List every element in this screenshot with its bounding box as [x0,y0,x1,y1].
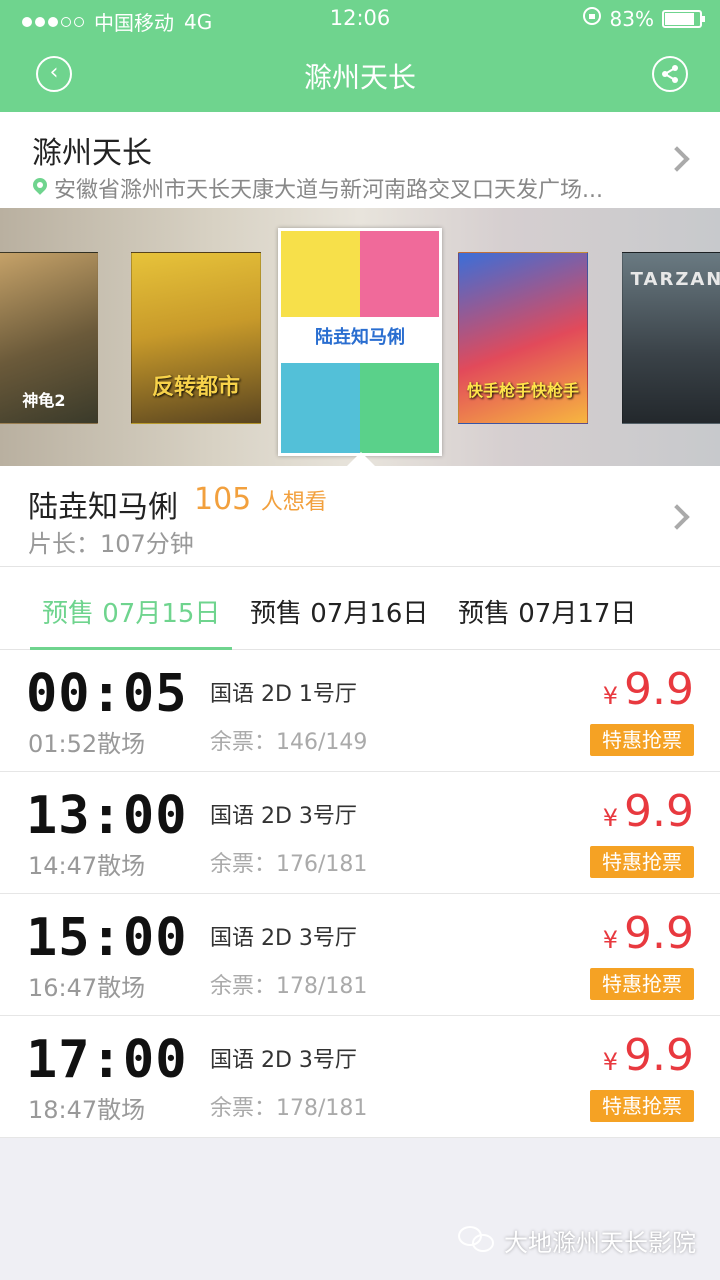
price-value: 9.9 [624,786,694,837]
session-row[interactable]: 15:00 16:47散场 国语 2D 3号厅 余票：178/181 ¥9.9 … [0,894,720,1016]
deal-button[interactable]: 特惠抢票 [590,846,694,878]
poster-title: 陆垚知马俐 [315,327,405,348]
price-value: 9.9 [624,1030,694,1081]
session-start-time: 00:05 [26,664,188,724]
poster-title: 反转都市 [151,375,240,400]
battery-icon [662,9,705,28]
price-value: 9.9 [624,908,694,959]
session-format-hall: 国语 2D 3号厅 [210,1048,357,1073]
session-price: ¥9.9 [603,664,694,715]
rotation-lock-icon [582,6,602,31]
currency-symbol: ¥ [602,804,619,832]
chevron-right-icon [664,504,690,530]
page-title: 滁州天长 [303,61,416,94]
movie-info[interactable]: 陆垚知马俐 105 人想看 片长：107分钟 [0,466,720,566]
session-format-hall: 国语 2D 3号厅 [210,926,357,951]
share-button[interactable] [652,56,688,92]
currency-symbol: ¥ [602,926,619,954]
location-pin-icon [32,178,48,198]
want-count: 105 人想看 [194,482,327,517]
currency-symbol: ¥ [602,682,619,710]
price-value: 9.9 [624,664,694,715]
session-remaining-tickets: 余票：176/181 [210,852,368,877]
wechat-icon [458,1225,496,1256]
nav-bar: ‹ 滁州天长 [0,36,720,112]
want-label: 人想看 [260,490,327,515]
want-number: 105 [194,482,252,517]
tab-date-0715[interactable]: 预售 07月15日 [42,593,220,630]
poster-reverse-city[interactable]: 反转都市 [131,252,261,424]
battery-percent: 83% [609,6,654,31]
selected-indicator [347,452,375,466]
session-start-time: 13:00 [26,786,188,846]
currency-symbol: ¥ [602,1048,619,1076]
poster-quick-gunner[interactable]: 快手枪手快枪手 [458,252,588,424]
poster-selected-luyao[interactable]: 陆垚知马俐 [278,228,442,456]
watermark: 大地滁州天长影院 [458,1223,696,1258]
session-remaining-tickets: 余票：178/181 [210,974,368,999]
address-text: 安徽省滁州市天长天康大道与新河南路交叉口天发广场... [54,178,603,203]
poster-tarzan[interactable]: TARZAN [622,252,720,424]
deal-button[interactable]: 特惠抢票 [590,1090,694,1122]
deal-button[interactable]: 特惠抢票 [590,968,694,1000]
session-price: ¥9.9 [603,786,694,837]
session-row[interactable]: 00:05 01:52散场 国语 2D 1号厅 余票：146/149 ¥9.9 … [0,650,720,772]
deal-button[interactable]: 特惠抢票 [590,724,694,756]
cinema-name: 滁州天长 [32,136,152,171]
session-row[interactable]: 13:00 14:47散场 国语 2D 3号厅 余票：176/181 ¥9.9 … [0,772,720,894]
poster-title: 神龟2 [22,391,66,410]
session-format-hall: 国语 2D 3号厅 [210,804,357,829]
battery-info: 83% [582,6,705,31]
session-start-time: 17:00 [26,1030,188,1090]
session-start-time: 15:00 [26,908,188,968]
session-price: ¥9.9 [603,908,694,959]
date-tabs: 预售 07月15日 预售 07月16日 预售 07月17日 [0,566,720,650]
session-format-hall: 国语 2D 1号厅 [210,682,357,707]
poster-carousel[interactable]: 神龟2 反转都市 陆垚知马俐 快手枪手快枪手 TARZAN [0,208,720,466]
tab-date-0717[interactable]: 预售 07月17日 [458,593,636,630]
cinema-header[interactable]: 滁州天长 安徽省滁州市天长天康大道与新河南路交叉口天发广场... [0,112,720,208]
session-end-time: 01:52散场 [28,730,146,758]
chevron-right-icon [664,146,690,172]
session-remaining-tickets: 余票：146/149 [210,730,368,755]
session-end-time: 18:47散场 [28,1096,146,1124]
share-icon [662,65,678,83]
session-remaining-tickets: 余票：178/181 [210,1096,368,1121]
watermark-text: 大地滁州天长影院 [504,1229,696,1257]
movie-name: 陆垚知马俐 [28,490,178,525]
poster-title: TARZAN [630,269,720,290]
movie-length: 片长：107分钟 [28,530,194,558]
session-list: 00:05 01:52散场 国语 2D 1号厅 余票：146/149 ¥9.9 … [0,650,720,1138]
status-bar: 中国移动 4G 12:06 83% [0,0,720,36]
session-end-time: 16:47散场 [28,974,146,1002]
session-price: ¥9.9 [603,1030,694,1081]
tab-date-0716[interactable]: 预售 07月16日 [250,593,428,630]
cinema-address: 安徽省滁州市天长天康大道与新河南路交叉口天发广场... [32,172,603,204]
poster-title: 快手枪手快枪手 [466,381,579,400]
session-end-time: 14:47散场 [28,852,146,880]
poster-tmnt[interactable]: 神龟2 [0,252,98,424]
session-row[interactable]: 17:00 18:47散场 国语 2D 3号厅 余票：178/181 ¥9.9 … [0,1016,720,1138]
